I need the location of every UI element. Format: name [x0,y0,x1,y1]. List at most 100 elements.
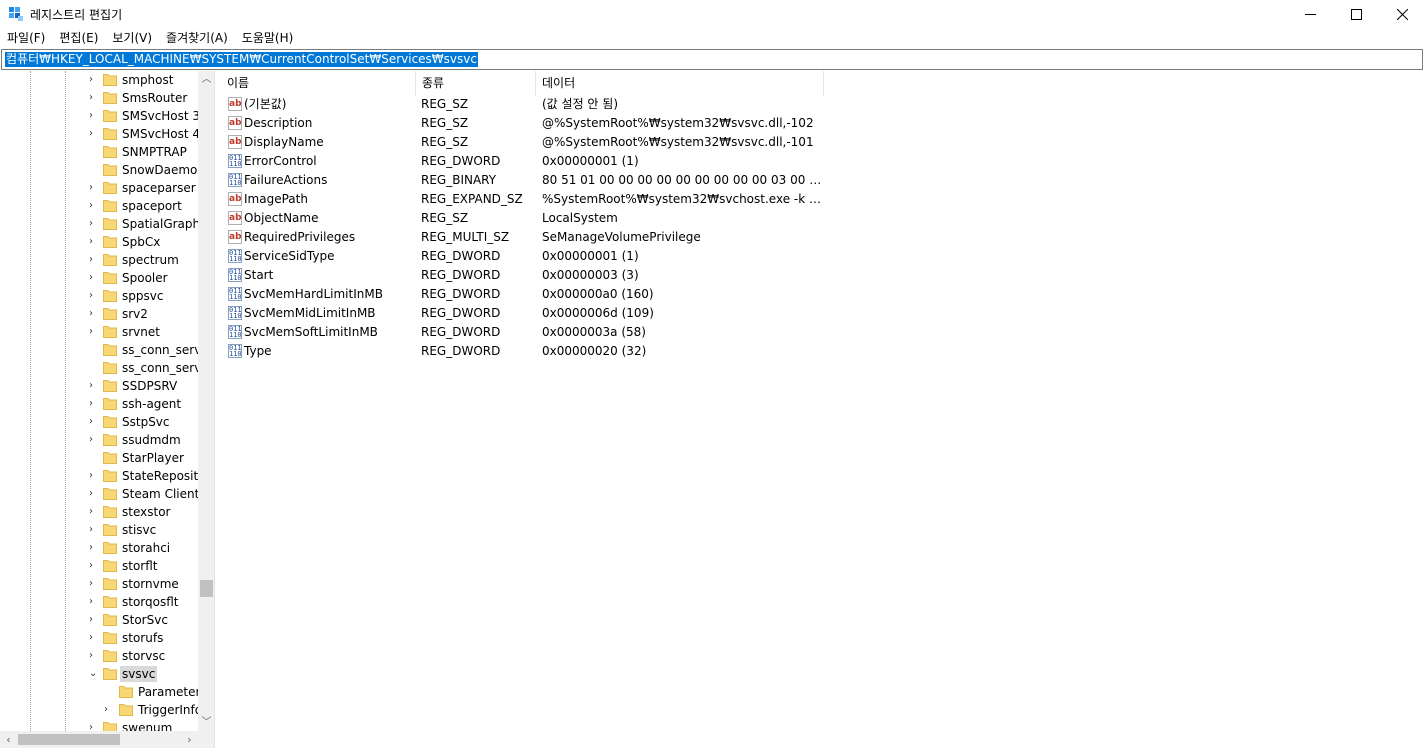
value-row[interactable]: 011 110 FailureActions REG_BINARY 80 51 01 … [221,171,822,190]
tree-item[interactable]: StarPlayer [0,449,198,467]
value-row[interactable]: ab ImagePath REG_EXPAND_SZ %SystemRoot%₩sys… [221,190,822,209]
tree-item[interactable]: › Spooler [0,269,198,287]
close-button[interactable] [1379,0,1425,28]
tree-vertical-scrollbar[interactable]: ︿ ﹀ [198,71,214,731]
tree-item[interactable]: › SpbCx [0,233,198,251]
value-row[interactable]: 011 110 SvcMemHardLimitInMB REG_DWORD 0x000… [221,285,821,304]
chevron-right-icon[interactable]: › [89,309,99,319]
column-header-type[interactable]: 종류 [416,71,536,96]
tree-item[interactable]: Parameters [0,683,198,701]
value-row[interactable]: 011 110 Type REG_DWORD 0x00000020 (32) [221,342,821,361]
chevron-right-icon[interactable]: › [89,615,99,625]
chevron-right-icon[interactable]: › [89,435,99,445]
tree-item[interactable]: › storahci [0,539,198,557]
scroll-right-icon[interactable]: › [181,731,198,748]
chevron-right-icon[interactable]: › [89,543,99,553]
tree-item[interactable]: ss_conn_servic [0,359,198,377]
menu-view[interactable]: 보기(V) [105,28,159,48]
chevron-right-icon[interactable]: › [89,507,99,517]
tree-item[interactable]: › sppsvc [0,287,198,305]
value-row[interactable]: 011 110 SvcMemMidLimitInMB REG_DWORD 0x0000… [221,304,821,323]
chevron-right-icon[interactable]: › [89,93,99,103]
tree-horizontal-scrollbar[interactable]: ‹ › [0,731,198,748]
value-row[interactable]: ab Description REG_SZ @%SystemRoot%₩system3… [221,114,821,133]
chevron-right-icon[interactable]: › [89,291,99,301]
chevron-right-icon[interactable]: › [89,381,99,391]
tree-item[interactable]: › spectrum [0,251,198,269]
tree-item[interactable]: › storufs [0,629,198,647]
chevron-right-icon[interactable]: › [89,525,99,535]
tree-item[interactable]: › stexstor [0,503,198,521]
value-row[interactable]: 011 110 SvcMemSoftLimitInMB REG_DWORD 0x000… [221,323,821,342]
column-header-name[interactable]: 이름 [221,71,416,96]
tree-item[interactable]: ⌄ svsvc [0,665,198,683]
tree-item[interactable]: › TriggerInfo [0,701,198,719]
tree-item[interactable]: › storflt [0,557,198,575]
scroll-thumb[interactable] [200,580,213,597]
tree-item[interactable]: SNMPTRAP [0,143,198,161]
tree-item[interactable]: › storvsc [0,647,198,665]
value-row[interactable]: ab DisplayName REG_SZ @%SystemRoot%₩system3… [221,133,821,152]
tree-item[interactable]: › ssh-agent [0,395,198,413]
tree-item[interactable]: › SmsRouter [0,89,198,107]
tree-item[interactable]: › smphost [0,71,198,89]
value-row[interactable]: ab (기본값) REG_SZ (값 설정 안 됨) [221,95,821,114]
tree-item[interactable]: › srv2 [0,305,198,323]
chevron-right-icon[interactable]: › [89,327,99,337]
column-header-data[interactable]: 데이터 [536,71,824,96]
tree-item[interactable]: › ssudmdm [0,431,198,449]
chevron-right-icon[interactable]: › [89,129,99,139]
value-row[interactable]: ab ObjectName REG_SZ LocalSystem [221,209,821,228]
tree-item[interactable]: › swenum [0,719,198,731]
chevron-right-icon[interactable]: › [89,597,99,607]
scroll-up-icon[interactable]: ︿ [198,71,214,88]
chevron-right-icon[interactable]: › [89,651,99,661]
tree-item[interactable]: › spaceport [0,197,198,215]
chevron-right-icon[interactable]: › [89,183,99,193]
chevron-right-icon[interactable]: › [89,579,99,589]
chevron-right-icon[interactable]: › [89,633,99,643]
chevron-right-icon[interactable]: › [89,237,99,247]
chevron-right-icon[interactable]: › [89,75,99,85]
menu-help[interactable]: 도움말(H) [235,28,301,48]
chevron-right-icon[interactable]: › [89,561,99,571]
address-bar[interactable]: 컴퓨터₩HKEY_LOCAL_MACHINE₩SYSTEM₩CurrentCon… [1,49,1423,70]
chevron-right-icon[interactable]: › [89,471,99,481]
value-row[interactable]: 011 110 ErrorControl REG_DWORD 0x00000001 (… [221,152,821,171]
tree-item[interactable]: › SpatialGraphF [0,215,198,233]
tree-item[interactable]: › SSDPSRV [0,377,198,395]
value-row[interactable]: 011 110 ServiceSidType REG_DWORD 0x00000001… [221,247,821,266]
chevron-right-icon[interactable]: › [89,255,99,265]
address-path[interactable]: 컴퓨터₩HKEY_LOCAL_MACHINE₩SYSTEM₩CurrentCon… [5,52,478,67]
tree-item[interactable]: SnowDaemon [0,161,198,179]
chevron-right-icon[interactable]: › [89,273,99,283]
chevron-right-icon[interactable]: › [89,399,99,409]
chevron-right-icon[interactable]: › [89,723,99,732]
tree-item[interactable]: › spaceparser [0,179,198,197]
tree-item[interactable]: › stisvc [0,521,198,539]
chevron-right-icon[interactable]: › [89,489,99,499]
tree-item[interactable]: › SstpSvc [0,413,198,431]
chevron-right-icon[interactable]: › [104,705,114,715]
scroll-thumb[interactable] [18,734,120,745]
menu-file[interactable]: 파일(F) [0,28,52,48]
tree-item[interactable]: › srvnet [0,323,198,341]
scroll-down-icon[interactable]: ﹀ [198,714,214,731]
chevron-down-icon[interactable]: ⌄ [89,669,99,679]
menu-favorites[interactable]: 즐겨찾기(A) [159,28,235,48]
tree-item[interactable]: › stornvme [0,575,198,593]
tree-item[interactable]: ss_conn_servic [0,341,198,359]
tree-item[interactable]: › Steam Client S [0,485,198,503]
chevron-right-icon[interactable]: › [89,201,99,211]
chevron-right-icon[interactable]: › [89,219,99,229]
chevron-right-icon[interactable]: › [89,111,99,121]
tree-item[interactable]: › SMSvcHost 4. [0,125,198,143]
chevron-right-icon[interactable]: › [89,417,99,427]
tree-item[interactable]: › StorSvc [0,611,198,629]
minimize-button[interactable] [1287,0,1333,28]
menu-edit[interactable]: 편집(E) [52,28,105,48]
tree-item[interactable]: › SMSvcHost 3. [0,107,198,125]
tree-item[interactable]: › StateRepositor [0,467,198,485]
scroll-left-icon[interactable]: ‹ [0,731,17,748]
tree-item[interactable]: › storqosflt [0,593,198,611]
